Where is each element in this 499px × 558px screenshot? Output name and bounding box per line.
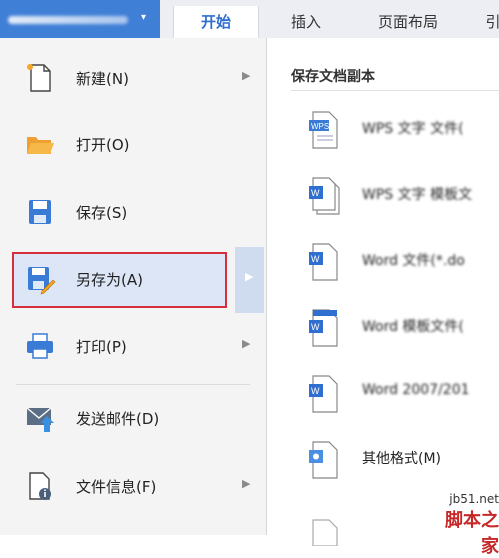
menu-item-new[interactable]: 新建(N) ▶ xyxy=(0,48,266,108)
format-item-word-template[interactable]: W Word 模板文件( xyxy=(267,300,499,360)
tab-page-layout[interactable]: 页面布局 xyxy=(360,6,456,38)
menu-item-open[interactable]: 打开(O) xyxy=(0,114,266,174)
menu-divider xyxy=(16,384,250,385)
tab-insert[interactable]: 插入 xyxy=(272,6,340,38)
chevron-down-icon[interactable]: ▾ xyxy=(141,12,146,23)
watermark-brand: 脚本之家 xyxy=(445,510,499,557)
svg-text:W: W xyxy=(311,188,320,198)
menu-label-print: 打印(P) xyxy=(76,338,127,356)
format-label-word-template: Word 模板文件( xyxy=(362,319,464,335)
word-2007-icon: W xyxy=(307,374,341,414)
panel-divider xyxy=(291,90,499,91)
submenu-arrow-icon: ▶ xyxy=(242,69,251,82)
format-label-word-2007: Word 2007/201 xyxy=(362,382,470,398)
tab-start[interactable]: 开始 xyxy=(173,6,259,38)
wps-template-icon: W xyxy=(307,176,341,216)
format-label-wps-doc: WPS 文字 文件( xyxy=(362,121,464,137)
submenu-arrow-icon: ▶ xyxy=(242,477,251,490)
submenu-arrow-icon: ▶ xyxy=(242,337,251,350)
panel-title: 保存文档副本 xyxy=(291,69,375,85)
svg-text:W: W xyxy=(311,254,320,264)
watermark-url: jb51.net xyxy=(449,492,499,506)
format-item-word-doc[interactable]: W Word 文件(*.do xyxy=(267,234,499,294)
site-watermark: jb51.net 脚本之家 xyxy=(432,492,499,558)
wps-doc-icon: WPS xyxy=(307,110,341,150)
save-copy-panel: 保存文档副本 WPS WPS 文字 文件( W WPS 文字 模板文 W Wor… xyxy=(267,38,499,547)
menu-label-open: 打开(O) xyxy=(76,136,130,154)
format-label-word-doc: Word 文件(*.do xyxy=(362,253,465,269)
format-item-word-2007[interactable]: W Word 2007/201 xyxy=(267,366,499,426)
format-item-wps-template[interactable]: W WPS 文字 模板文 xyxy=(267,168,499,228)
new-file-icon xyxy=(24,62,56,94)
menu-item-file-info[interactable]: 文件信息(F) ▶ xyxy=(0,456,266,516)
menu-item-save[interactable]: 保存(S) xyxy=(0,182,266,242)
menu-item-save-as[interactable]: 另存为(A) ▶ xyxy=(0,247,266,313)
file-menu: 新建(N) ▶ 打开(O) 保存(S) 另存为(A) ▶ 打印(P) ▶ 发送邮… xyxy=(0,38,267,535)
save-as-icon xyxy=(24,263,56,295)
ribbon-tab-bar: ▾ 开始 插入 页面布局 引 xyxy=(0,0,499,38)
folder-open-icon xyxy=(24,128,56,160)
menu-label-save: 保存(S) xyxy=(76,204,128,222)
svg-text:W: W xyxy=(311,322,320,332)
menu-label-save-as: 另存为(A) xyxy=(76,271,143,289)
menu-label-file-info: 文件信息(F) xyxy=(76,478,157,496)
menu-item-print[interactable]: 打印(P) ▶ xyxy=(0,316,266,376)
svg-text:W: W xyxy=(311,386,320,396)
mail-send-icon xyxy=(24,402,56,434)
menu-label-send-mail: 发送邮件(D) xyxy=(76,410,160,428)
app-menu-button[interactable]: ▾ xyxy=(0,0,160,38)
format-item-other[interactable]: 其他格式(M) xyxy=(267,432,499,492)
format-label-wps-template: WPS 文字 模板文 xyxy=(362,187,473,203)
file-icon xyxy=(307,506,341,547)
word-template-icon: W xyxy=(307,308,341,348)
submenu-arrow-icon: ▶ xyxy=(245,270,254,283)
menu-item-send-mail[interactable]: 发送邮件(D) xyxy=(0,388,266,448)
format-item-wps-doc[interactable]: WPS WPS 文字 文件( xyxy=(267,102,499,162)
file-info-icon xyxy=(24,470,56,502)
format-label-other: 其他格式(M) xyxy=(362,451,442,467)
app-title-blurred xyxy=(8,16,128,24)
word-doc-icon: W xyxy=(307,242,341,282)
other-format-icon xyxy=(307,440,341,480)
svg-text:WPS: WPS xyxy=(311,122,329,131)
save-icon xyxy=(24,196,56,228)
printer-icon xyxy=(24,330,56,362)
tab-references-cut[interactable]: 引 xyxy=(478,6,499,38)
menu-label-new: 新建(N) xyxy=(76,70,129,88)
